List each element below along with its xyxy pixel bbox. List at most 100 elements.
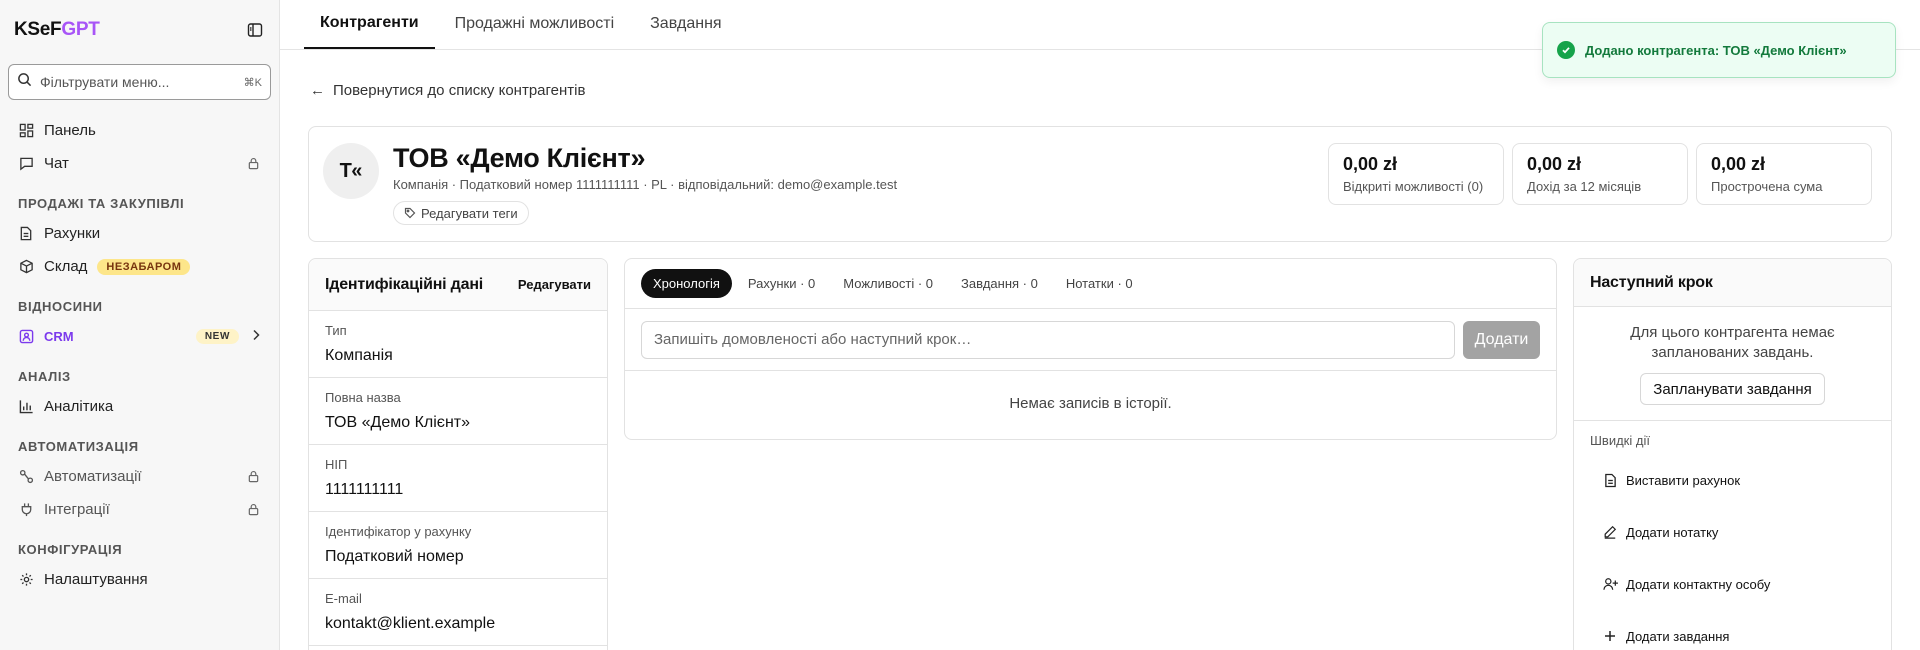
sidebar-item-settings[interactable]: Налаштування (8, 563, 271, 596)
workflow-icon (18, 469, 34, 485)
document-icon (18, 226, 34, 242)
quick-action-label: Додати нотатку (1626, 524, 1719, 540)
sidebar-item-integrations[interactable]: Інтеграції (8, 493, 271, 526)
field-value: ТОВ «Демо Клієнт» (325, 414, 471, 431)
gear-icon (18, 572, 34, 588)
lock-icon (247, 503, 261, 517)
new-badge: NEW (195, 329, 239, 344)
sidebar-item-chat[interactable]: Чат (8, 147, 271, 180)
shortcut-hint: ⌘K (243, 76, 262, 89)
timeline-empty-state: Немає записів в історії. (1009, 395, 1172, 412)
quick-action-issue-invoice[interactable]: Виставити рахунок (1574, 454, 1891, 506)
field-value: Податковий номер (325, 548, 464, 565)
section-analysis: АНАЛІЗ (18, 369, 71, 384)
stat-value: 0,00 zł (1343, 154, 1398, 174)
sidebar-item-automations[interactable]: Автоматизації (8, 460, 271, 493)
section-automation: АВТОМАТИЗАЦІЯ (18, 439, 139, 454)
timeline-tabs: Хронологія Рахунки · 0 Можливості · 0 За… (625, 259, 1556, 309)
avatar: Т« (323, 143, 379, 199)
edit-tags-button[interactable]: Редагувати теги (393, 201, 529, 225)
timeline-composer: Додати (625, 309, 1556, 371)
quick-action-add-contact[interactable]: Додати контактну особу (1574, 558, 1891, 610)
sidebar-item-crm[interactable]: CRM NEW (8, 320, 271, 353)
quick-action-add-note[interactable]: Додати нотатку (1574, 506, 1891, 558)
quick-actions-title: Швидкі дії (1590, 433, 1650, 448)
stat-label: Відкриті можливості (0) (1343, 179, 1484, 194)
stat-revenue-12m: 0,00 zł Дохід за 12 місяців (1512, 143, 1688, 205)
schedule-task-button[interactable]: Запланувати завдання (1640, 373, 1825, 405)
success-toast: Додано контрагента: ТОВ «Демо Клієнт» (1542, 22, 1896, 78)
sidebar-item-analytics[interactable]: Аналітика (8, 390, 271, 423)
brand-header: KSeFGPT (8, 14, 271, 42)
identification-title: Ідентифікаційні дані (325, 275, 484, 293)
sidebar-item-label: Панель (44, 122, 96, 139)
field-value: kontakt@klient.example (325, 615, 496, 632)
chat-icon (18, 156, 34, 172)
next-step-card: Наступний крок Для цього контрагента нем… (1573, 258, 1892, 650)
sidebar-item-label: Налаштування (44, 571, 148, 588)
timeline-note-input[interactable] (641, 320, 1455, 359)
check-circle-icon (1557, 41, 1575, 59)
menu-filter[interactable]: ⌘K (8, 64, 271, 100)
toast-message: Додано контрагента: ТОВ «Демо Клієнт» (1585, 42, 1847, 58)
sidebar-item-warehouse[interactable]: Склад НЕЗАБАРОМ (8, 250, 271, 283)
quick-action-label: Додати завдання (1626, 628, 1730, 644)
quick-action-add-task[interactable]: Додати завдання (1574, 610, 1891, 650)
field-type: Тип Компанія (309, 311, 607, 378)
edit-tags-label: Редагувати теги (421, 205, 518, 221)
edit-identification-button[interactable]: Редагувати (518, 277, 591, 292)
back-link-label: Повернутися до списку контрагентів (333, 82, 586, 99)
sidebar-item-label: Автоматизації (44, 468, 142, 485)
bar-chart-icon (18, 399, 34, 415)
back-to-list-link[interactable]: ← Повернутися до списку контрагентів (310, 82, 585, 99)
next-step-empty: Для цього контрагента немає запланованих… (1574, 307, 1891, 421)
quick-action-label: Виставити рахунок (1626, 472, 1741, 488)
chevron-right-icon (251, 328, 261, 345)
tab-timeline[interactable]: Хронологія (641, 269, 732, 298)
sidebar-item-invoices[interactable]: Рахунки (8, 217, 271, 250)
identification-card: Ідентифікаційні дані Редагувати Тип Комп… (308, 258, 608, 650)
stat-overdue-amount: 0,00 zł Прострочена сума (1696, 143, 1872, 205)
tab-notes[interactable]: Нотатки · 0 (1054, 269, 1145, 298)
tab-sales-opportunities[interactable]: Продажні можливості (439, 0, 631, 49)
sidebar-item-label: CRM (44, 329, 74, 344)
stat-label: Дохід за 12 місяців (1527, 179, 1642, 194)
sidebar-item-label: Аналітика (44, 398, 114, 415)
sidebar-toggle-icon[interactable] (245, 20, 265, 40)
next-step-title: Наступний крок (1574, 259, 1891, 307)
tag-icon (404, 207, 416, 219)
pencil-icon (1602, 524, 1618, 540)
user-plus-icon (1602, 576, 1618, 592)
section-configuration: КОНФІГУРАЦІЯ (18, 542, 123, 557)
document-icon (1602, 472, 1618, 488)
plug-icon (18, 502, 34, 518)
tab-tasks[interactable]: Завдання · 0 (949, 269, 1050, 298)
sidebar-item-label: Склад (44, 258, 88, 275)
tab-invoices[interactable]: Рахунки · 0 (736, 269, 827, 298)
menu-filter-input[interactable] (40, 74, 244, 90)
field-label: Повна назва (325, 390, 401, 405)
quick-action-label: Додати контактну особу (1626, 576, 1771, 592)
sidebar-nav: Панель Чат ПРОДАЖІ ТА ЗАКУПІВЛІ Рахунки … (8, 114, 271, 596)
dashboard-icon (18, 123, 34, 139)
app-logo[interactable]: KSeFGPT (14, 19, 100, 41)
identification-header: Ідентифікаційні дані Редагувати (309, 259, 607, 311)
sidebar-item-label: Рахунки (44, 225, 101, 242)
arrow-left-icon: ← (310, 82, 325, 99)
sidebar-item-dashboard[interactable]: Панель (8, 114, 271, 147)
tab-contractors[interactable]: Контрагенти (304, 0, 435, 49)
tab-opportunities[interactable]: Можливості · 0 (831, 269, 945, 298)
field-value: 1111111111 (325, 481, 404, 498)
search-icon (17, 72, 32, 92)
contractor-name: ТОВ «Демо Клієнт» (393, 143, 646, 173)
field-nip: НІП 1111111111 (309, 445, 607, 512)
section-sales: ПРОДАЖІ ТА ЗАКУПІВЛІ (18, 196, 185, 211)
tab-tasks[interactable]: Завдання (634, 0, 737, 49)
plus-icon (1602, 628, 1618, 644)
field-full-name: Повна назва ТОВ «Демо Клієнт» (309, 378, 607, 445)
add-note-button[interactable]: Додати (1463, 320, 1540, 359)
sidebar: KSeFGPT ⌘K Панель Чат ПРОДАЖІ ТА ЗАКУПІВ… (0, 0, 280, 650)
lock-icon (247, 157, 261, 171)
next-step-empty-line1: Для цього контрагента немає (1630, 324, 1835, 341)
field-label: НІП (325, 457, 348, 472)
